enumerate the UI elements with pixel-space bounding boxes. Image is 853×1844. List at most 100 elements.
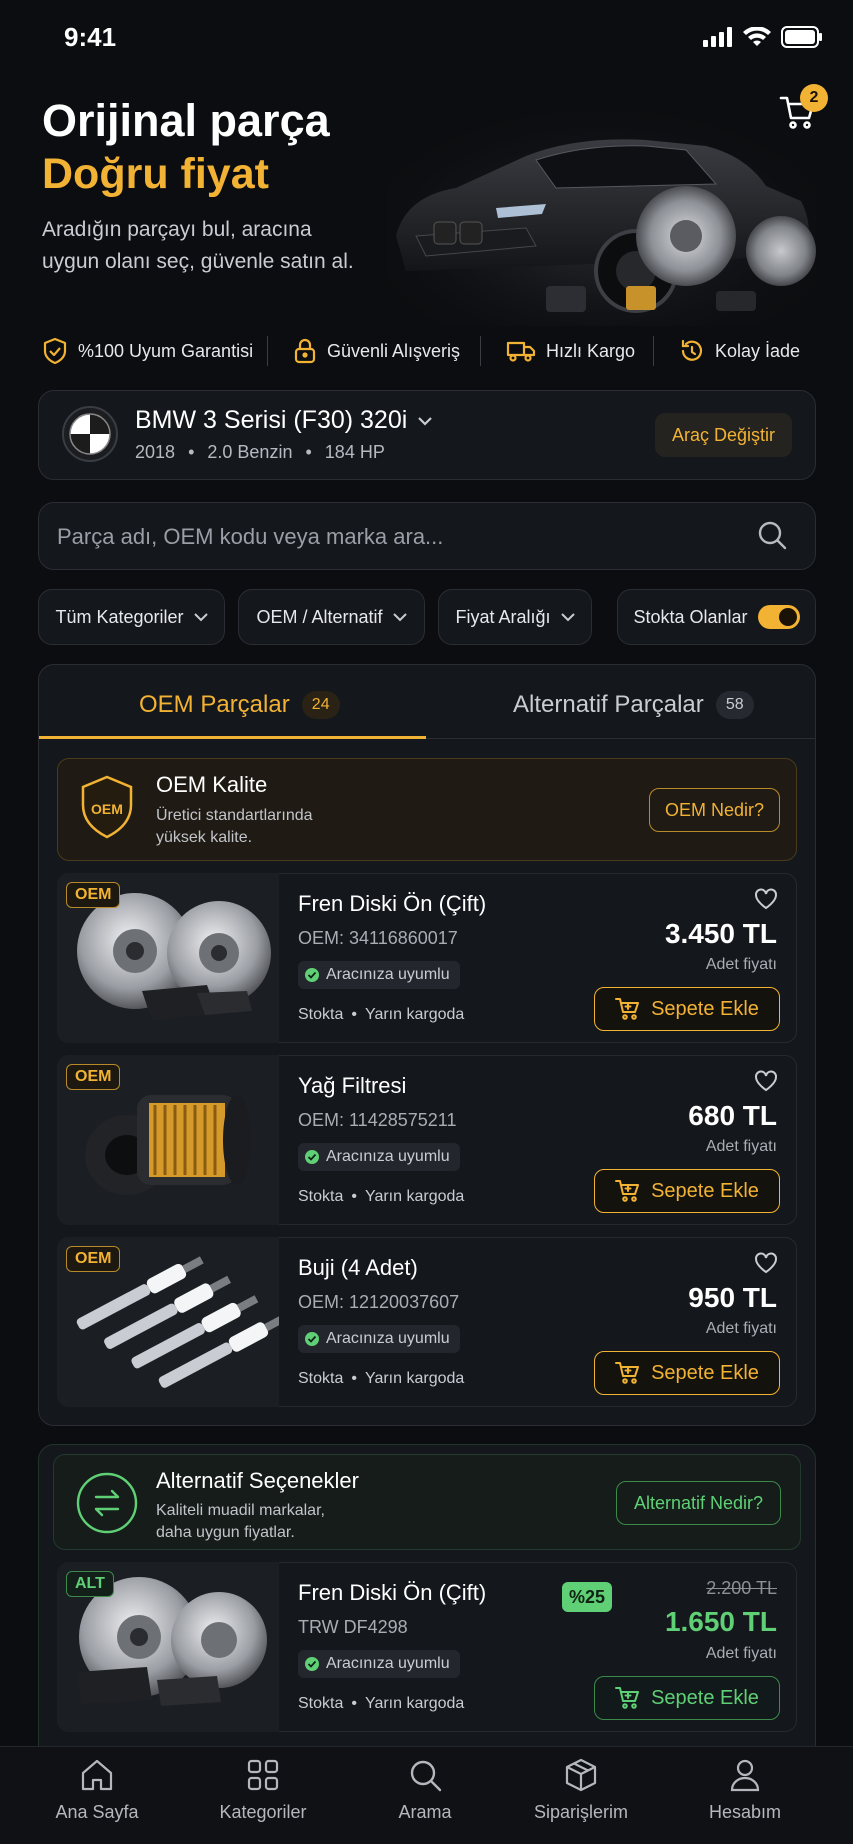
cart-icon (615, 1362, 640, 1384)
product-code: OEM: 11428575211 (298, 1110, 457, 1130)
vehicle-power: 184 HP (324, 442, 385, 462)
nav-account[interactable]: Hesabım (670, 1758, 820, 1823)
delivery-label: Yarın kargoda (364, 1370, 465, 1387)
box-icon (565, 1758, 597, 1792)
search-placeholder[interactable]: Parça adı, OEM kodu veya marka ara... (57, 524, 443, 550)
chevron-down-icon (392, 612, 407, 621)
fit-badge: Aracınıza uyumlu (298, 1143, 460, 1171)
alternative-info-button[interactable]: Alternatif Nedir? (616, 1481, 781, 1525)
oem-shield-text: OEM (91, 801, 123, 817)
filter-in-stock[interactable]: Stokta Olanlar (617, 589, 816, 645)
feature-fast-shipping: Hızlı Kargo (506, 336, 635, 366)
vehicle-name: BMW 3 Serisi (F30) 320i (135, 406, 408, 434)
hero-subtitle: Aradığın parçayı bul, aracına uygun olan… (42, 218, 354, 273)
add-to-cart-button[interactable]: Sepete Ekle (594, 1169, 780, 1213)
product-name[interactable]: Buji (4 Adet) (298, 1255, 418, 1281)
system-icons (703, 26, 823, 48)
cart-icon (615, 998, 640, 1020)
oem-info-button[interactable]: OEM Nedir? (649, 788, 780, 832)
fit-badge: Aracınıza uyumlu (298, 1650, 460, 1678)
filter-price[interactable]: Fiyat Aralığı (438, 589, 592, 645)
hero-car-image (386, 96, 816, 326)
in-stock-toggle[interactable] (757, 605, 800, 629)
product-name[interactable]: Fren Diski Ön (Çift) (298, 891, 486, 917)
filter-category[interactable]: Tüm Kategoriler (38, 589, 225, 645)
oem-banner-title: OEM Kalite (156, 772, 268, 797)
tab-count: 24 (301, 691, 340, 719)
product-name[interactable]: Fren Diski Ön (Çift) (298, 1580, 486, 1606)
unit-price-label: Adet fiyatı (705, 1645, 777, 1662)
add-to-cart-button[interactable]: Sepete Ekle (594, 987, 780, 1031)
tab-count: 58 (715, 691, 754, 719)
stock-label: Stokta (298, 1370, 344, 1387)
unit-price-label: Adet fiyatı (705, 956, 777, 973)
add-to-cart-button[interactable]: Sepete Ekle (594, 1351, 780, 1395)
old-price: 2.200 TL (706, 1578, 777, 1598)
add-to-cart-label: Sepete Ekle (651, 997, 759, 1020)
feature-easy-return: Kolay İade (679, 336, 800, 366)
feature-label: Kolay İade (715, 340, 801, 361)
tab-alternative-parts[interactable]: Alternatif Parçalar 58 (513, 686, 754, 724)
filter-type[interactable]: OEM / Alternatif (238, 589, 425, 645)
vehicle-year: 2018 (135, 442, 176, 462)
change-vehicle-button[interactable]: Araç Değiştir (655, 413, 792, 457)
add-to-cart-button[interactable]: Sepete Ekle (594, 1676, 780, 1720)
stock-label: Stokta (298, 1695, 344, 1712)
unit-price-label: Adet fiyatı (705, 1138, 777, 1155)
divider (653, 336, 654, 366)
tab-label: OEM Parçalar (139, 691, 290, 718)
vehicle-selector[interactable]: BMW 3 Serisi (F30) 320i (135, 406, 433, 435)
lock-icon (294, 338, 316, 364)
check-circle-icon (305, 1332, 319, 1346)
stock-info: Stokta • Yarın kargoda (298, 1006, 465, 1023)
fit-badge: Aracınıza uyumlu (298, 1325, 460, 1353)
product-name[interactable]: Yağ Filtresi (298, 1073, 406, 1099)
favorite-icon[interactable] (754, 888, 778, 910)
fit-label: Aracınıza uyumlu (326, 1330, 450, 1347)
nav-categories[interactable]: Kategoriler (188, 1758, 338, 1823)
product-code: TRW DF4298 (298, 1617, 408, 1637)
swap-icon (76, 1472, 138, 1534)
product-price: 3.450 TL (664, 918, 777, 949)
filter-label: Stokta Olanlar (633, 606, 748, 627)
stock-info: Stokta • Yarın kargoda (298, 1695, 465, 1712)
fit-label: Aracınıza uyumlu (326, 966, 450, 983)
status-time: 9:41 (64, 22, 117, 52)
bmw-logo-icon (62, 406, 118, 462)
unit-price-label: Adet fiyatı (705, 1320, 777, 1337)
cart-icon (615, 1180, 640, 1202)
favorite-icon[interactable] (754, 1070, 778, 1092)
return-icon (681, 339, 703, 361)
nav-label: Siparişlerim (533, 1802, 629, 1822)
alternative-banner-desc: Kaliteli muadil markalar, daha uygun fiy… (156, 1502, 325, 1542)
filter-label: Tüm Kategoriler (55, 606, 184, 627)
active-tab-indicator (39, 736, 426, 739)
grid-icon (247, 1759, 279, 1791)
add-to-cart-label: Sepete Ekle (651, 1686, 759, 1709)
check-circle-icon (305, 1150, 319, 1164)
tab-label: Alternatif Parçalar (513, 691, 704, 718)
product-code: OEM: 34116860017 (298, 928, 458, 948)
fit-badge: Aracınıza uyumlu (298, 961, 460, 989)
divider (267, 336, 268, 366)
signal-icon (703, 27, 732, 47)
divider (480, 336, 481, 366)
discount-badge: %25 (562, 1582, 612, 1612)
vehicle-engine: 2.0 Benzin (207, 442, 293, 462)
filter-label: OEM / Alternatif (256, 606, 383, 627)
nav-search[interactable]: Arama (350, 1758, 500, 1823)
feature-label: %100 Uyum Garantisi (78, 340, 254, 361)
delivery-label: Yarın kargoda (364, 1695, 465, 1712)
stock-label: Stokta (298, 1188, 344, 1205)
search-icon[interactable] (757, 520, 787, 550)
hero-title-accent: Doğru fiyat (42, 150, 269, 198)
tab-oem-parts[interactable]: OEM Parçalar 24 (139, 686, 340, 724)
nav-home[interactable]: Ana Sayfa (22, 1758, 172, 1823)
delivery-label: Yarın kargoda (364, 1006, 465, 1023)
product-price: 680 TL (688, 1100, 777, 1131)
favorite-icon[interactable] (754, 1252, 778, 1274)
feature-secure-shopping: Güvenli Alışveriş (293, 336, 460, 366)
nav-orders[interactable]: Siparişlerim (506, 1758, 656, 1823)
vehicle-meta: 2018 • 2.0 Benzin • 184 HP (135, 442, 385, 462)
chevron-down-icon (193, 612, 208, 621)
